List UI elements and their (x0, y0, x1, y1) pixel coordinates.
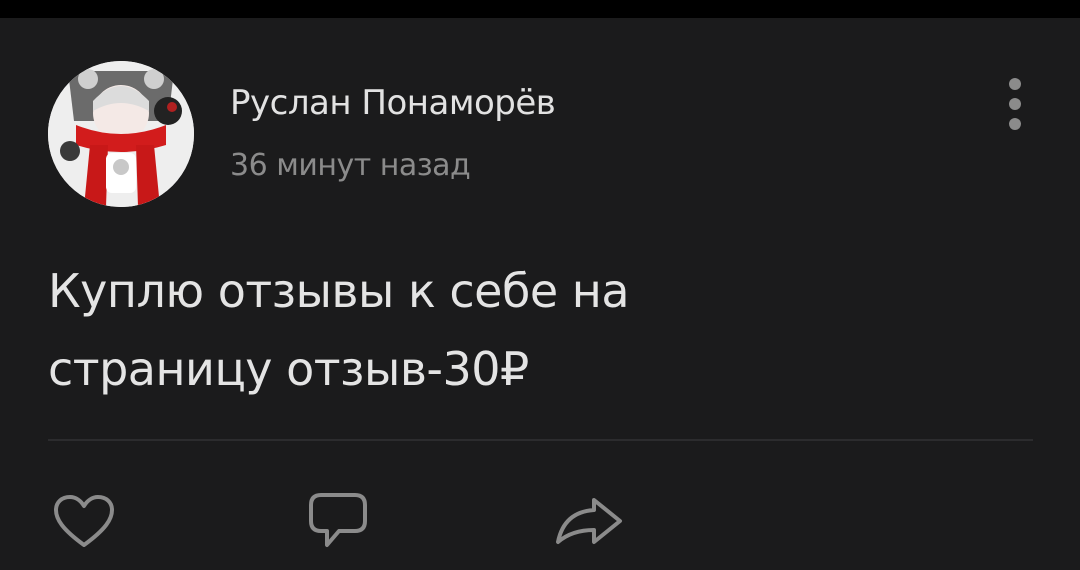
speech-bubble-icon (309, 493, 367, 547)
post-text-line: Куплю отзывы к себе на (48, 264, 630, 318)
heart-icon (54, 495, 114, 547)
share-arrow-icon (556, 498, 622, 544)
status-bar (0, 0, 1080, 18)
share-button[interactable] (548, 486, 628, 556)
divider (48, 439, 1033, 441)
post-text-line: страницу отзыв-30₽ (48, 342, 529, 396)
like-button[interactable] (44, 486, 124, 556)
more-options-button[interactable] (998, 76, 1032, 132)
post-text: Куплю отзывы к себе на страницу отзыв-30… (48, 252, 1008, 408)
post-time[interactable]: 36 минут назад (230, 148, 471, 183)
avatar-image (48, 61, 194, 207)
author-name[interactable]: Руслан Понаморёв (230, 83, 556, 123)
vertical-dots-icon (1009, 78, 1021, 130)
comment-button[interactable] (298, 486, 378, 556)
post-card: Руслан Понаморёв 36 минут назад Куплю от… (0, 18, 1080, 570)
avatar[interactable] (48, 61, 194, 207)
